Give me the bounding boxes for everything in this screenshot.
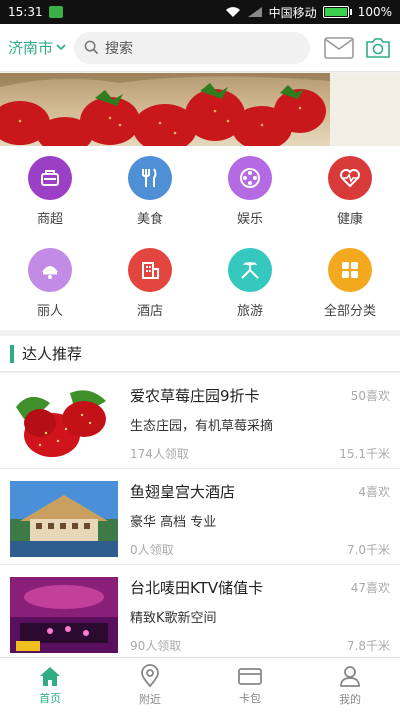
mail-icon[interactable] — [324, 36, 354, 59]
item-title: 爱农草莓庄园9折卡 — [130, 387, 260, 405]
category-beauty[interactable]: 丽人 — [0, 238, 100, 330]
status-indicators: 中国移动 100% — [225, 4, 392, 21]
battery-percentage: 100% — [357, 5, 392, 19]
app-screen: 15:31 中国移动 100% 济南市 搜索 商超 美食 娱乐 健康 丽人 酒店… — [0, 0, 400, 712]
item-description: 精致K歌新空间 — [130, 611, 217, 626]
beauty-icon — [28, 248, 72, 292]
list-item[interactable]: 台北唛田KTV储值卡 47喜欢 精致K歌新空间 90人领取 7.8千米 — [0, 565, 400, 657]
nav-label: 卡包 — [239, 691, 261, 705]
category-label: 娱乐 — [236, 212, 263, 227]
recommend-section-header: 达人推荐 — [0, 336, 400, 372]
travel-icon — [228, 248, 272, 292]
list-item[interactable]: 爱农草莓庄园9折卡 50喜欢 生态庄园，有机草莓采摘 174人领取 15.1千米 — [0, 373, 400, 469]
banner-image — [0, 73, 400, 146]
item-likes: 50喜欢 — [350, 389, 390, 403]
category-label: 美食 — [136, 212, 163, 227]
recommend-list: 爱农草莓庄园9折卡 50喜欢 生态庄园，有机草莓采摘 174人领取 15.1千米… — [0, 373, 400, 657]
section-accent-bar — [10, 344, 14, 363]
chevron-down-icon — [56, 44, 66, 51]
nav-nearby[interactable]: 附近 — [100, 658, 200, 712]
category-label: 商超 — [36, 212, 63, 227]
item-description: 生态庄园，有机草莓采摘 — [130, 419, 274, 434]
bottom-nav: 首页 附近 卡包 我的 — [0, 657, 400, 712]
category-label: 丽人 — [36, 304, 63, 319]
category-entertainment[interactable]: 娱乐 — [200, 146, 300, 238]
item-description: 豪华 高档 专业 — [130, 515, 217, 530]
location-pin-icon — [141, 663, 159, 687]
nav-label: 首页 — [39, 691, 61, 705]
battery-icon — [322, 6, 352, 18]
category-travel[interactable]: 旅游 — [200, 238, 300, 330]
nav-home[interactable]: 首页 — [0, 658, 100, 712]
item-title: 鱼翅皇宫大酒店 — [130, 483, 236, 501]
nav-profile[interactable]: 我的 — [300, 658, 400, 712]
ktv-thumbnail — [10, 577, 118, 653]
carrier-name: 中国移动 — [268, 5, 317, 20]
signal-icon — [247, 7, 262, 17]
card-icon — [238, 667, 262, 685]
category-label: 旅游 — [236, 304, 263, 319]
item-distance: 7.8千米 — [346, 639, 390, 653]
item-distance: 7.0千米 — [346, 543, 390, 557]
nav-label: 我的 — [339, 692, 361, 706]
status-bar: 15:31 中国移动 100% — [0, 0, 400, 24]
item-likes: 4喜欢 — [358, 485, 390, 499]
nav-cards[interactable]: 卡包 — [200, 658, 300, 712]
item-title: 台北唛田KTV储值卡 — [130, 579, 264, 597]
hotel-thumbnail — [10, 481, 118, 557]
header-actions — [324, 36, 392, 60]
health-icon — [328, 156, 372, 200]
city-selector[interactable]: 济南市 — [8, 37, 66, 58]
top-header: 济南市 搜索 — [0, 24, 400, 72]
category-label: 健康 — [336, 212, 363, 227]
category-supermarket[interactable]: 商超 — [0, 146, 100, 238]
item-claimed-count: 0人领取 — [130, 543, 174, 557]
entertainment-icon — [228, 156, 272, 200]
list-item[interactable]: 鱼翅皇宫大酒店 4喜欢 豪华 高档 专业 0人领取 7.0千米 — [0, 469, 400, 565]
status-time: 15:31 — [8, 5, 43, 19]
item-distance: 15.1千米 — [339, 447, 390, 461]
food-icon — [128, 156, 172, 200]
hotel-icon — [128, 248, 172, 292]
nav-label: 附近 — [139, 692, 161, 706]
strawberry-thumbnail — [10, 385, 118, 461]
category-health[interactable]: 健康 — [300, 146, 400, 238]
category-food[interactable]: 美食 — [100, 146, 200, 238]
camera-icon[interactable] — [364, 36, 392, 60]
supermarket-icon — [28, 156, 72, 200]
item-likes: 47喜欢 — [350, 581, 390, 595]
category-all[interactable]: 全部分类 — [300, 238, 400, 330]
section-title: 达人推荐 — [22, 345, 83, 363]
category-label: 全部分类 — [323, 304, 376, 319]
user-icon — [340, 665, 360, 687]
search-icon — [84, 40, 99, 55]
wifi-icon — [225, 7, 240, 17]
message-notification-icon — [48, 6, 63, 18]
search-placeholder: 搜索 — [105, 40, 134, 57]
all-categories-icon — [328, 248, 372, 292]
city-name: 济南市 — [8, 39, 54, 57]
category-hotel[interactable]: 酒店 — [100, 238, 200, 330]
category-grid: 商超 美食 娱乐 健康 丽人 酒店 旅游 全部分类 — [0, 146, 400, 330]
search-input[interactable]: 搜索 — [74, 31, 311, 64]
promo-banner[interactable] — [0, 73, 400, 146]
home-icon — [40, 666, 60, 686]
category-label: 酒店 — [136, 304, 163, 319]
item-claimed-count: 90人领取 — [130, 639, 182, 653]
item-claimed-count: 174人领取 — [130, 447, 189, 461]
